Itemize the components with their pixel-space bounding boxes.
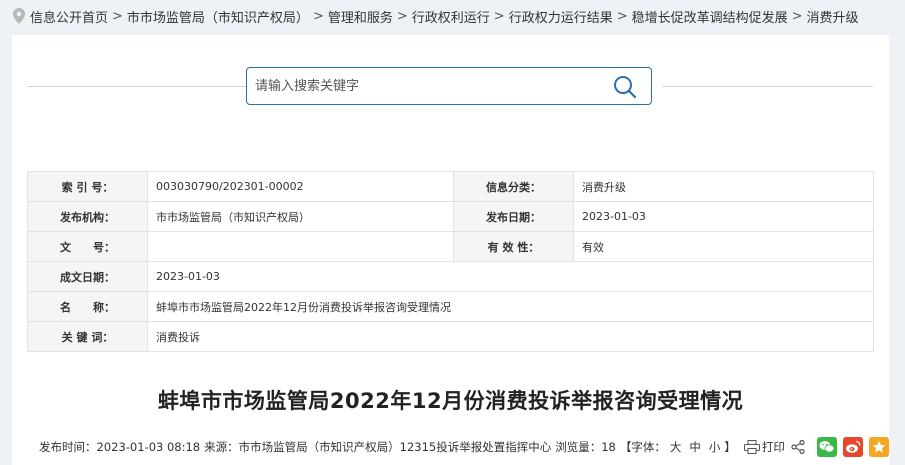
index-label: 索 引 号： (27, 171, 148, 202)
location-pin-icon (13, 8, 25, 24)
table-row: 名 称： 蚌埠市市场监管局2022年12月份消费投诉举报咨询受理情况 (27, 291, 874, 322)
printer-icon (743, 440, 760, 454)
star-icon (872, 440, 886, 453)
table-row: 关 键 词： 消费投诉 (27, 321, 874, 352)
metadata-table: 索 引 号： 003030790/202301-00002 信息分类： 消费升级… (27, 171, 874, 352)
breadcrumb-separator: > (493, 8, 505, 24)
breadcrumb-separator: > (396, 8, 408, 24)
search-input[interactable] (255, 68, 595, 104)
source: 来源：市市场监管局（市知识产权局）12315投诉举报处置指挥中心 (204, 440, 552, 454)
breadcrumb-separator: > (616, 8, 628, 24)
search-box (246, 67, 652, 105)
docno-label: 文 号： (27, 231, 148, 262)
pubdate-value: 2023-01-03 (573, 201, 874, 232)
weibo-icon (845, 440, 861, 453)
table-row: 文 号： 有 效 性： 有效 (27, 231, 874, 262)
breadcrumb-separator: > (791, 8, 803, 24)
article-title: 蚌埠市市场监管局2022年12月份消费投诉举报咨询受理情况 (157, 389, 744, 413)
validity-value: 有效 (573, 231, 874, 262)
keywords-label: 关 键 词： (27, 321, 148, 352)
index-value: 003030790/202301-00002 (147, 171, 454, 202)
divider (27, 86, 247, 87)
keywords-value: 消费投诉 (147, 321, 874, 352)
publisher-label: 发布机构： (27, 201, 148, 232)
search-icon[interactable] (613, 75, 637, 99)
category-value: 消费升级 (573, 171, 874, 202)
breadcrumb-admin-rights[interactable]: 行政权利运行 (412, 7, 490, 26)
share-icon[interactable] (791, 440, 805, 454)
breadcrumb-management[interactable]: 管理和服务 (328, 7, 393, 26)
name-value: 蚌埠市市场监管局2022年12月份消费投诉举报咨询受理情况 (147, 291, 874, 322)
breadcrumb-bureau[interactable]: 市市场监管局（市知识产权局） (127, 7, 309, 26)
print-label: 打印 (761, 440, 785, 454)
wechat-share-button[interactable] (816, 437, 837, 457)
breadcrumb-consumption[interactable]: 消费升级 (807, 7, 859, 26)
article-info-bar: 发布时间：2023-01-03 08:18 来源：市市场监管局（市知识产权局）1… (39, 437, 889, 457)
font-size-prefix: 【字体： (619, 440, 666, 454)
table-row: 索 引 号： 003030790/202301-00002 信息分类： 消费升级 (27, 171, 874, 202)
font-medium-button[interactable]: 中 (689, 439, 701, 455)
publisher-value: 市市场监管局（市知识产权局） (147, 201, 454, 232)
table-row: 成文日期： 2023-01-03 (27, 261, 874, 292)
view-count: 浏览量：18 (555, 440, 616, 454)
breadcrumb-separator: > (112, 8, 123, 24)
breadcrumb: 信息公开首页 > 市市场监管局（市知识产权局） > 管理和服务 > 行政权利运行… (0, 0, 905, 32)
name-label: 名 称： (27, 291, 148, 322)
font-size-suffix: 】 (724, 440, 736, 454)
favorite-button[interactable] (868, 437, 889, 457)
table-row: 发布机构： 市市场监管局（市知识产权局） 发布日期： 2023-01-03 (27, 201, 874, 232)
docno-value (147, 231, 454, 262)
created-value: 2023-01-03 (147, 261, 874, 292)
wechat-icon (819, 441, 835, 453)
breadcrumb-separator: > (312, 8, 324, 24)
print-button[interactable]: 打印 (743, 439, 785, 455)
breadcrumb-home[interactable]: 信息公开首页 (30, 7, 108, 26)
font-large-button[interactable]: 大 (670, 439, 682, 455)
pubdate-label: 发布日期： (453, 201, 574, 232)
breadcrumb-admin-results[interactable]: 行政权力运行结果 (509, 7, 613, 26)
created-label: 成文日期： (27, 261, 148, 292)
content-panel: 索 引 号： 003030790/202301-00002 信息分类： 消费升级… (12, 35, 889, 465)
validity-label: 有 效 性： (453, 231, 574, 262)
divider (662, 86, 873, 87)
category-label: 信息分类： (453, 171, 574, 202)
breadcrumb-growth[interactable]: 稳增长促改革调结构促发展 (632, 7, 788, 26)
weibo-share-button[interactable] (842, 437, 863, 457)
font-small-button[interactable]: 小 (709, 439, 721, 455)
publish-time: 发布时间：2023-01-03 08:18 (39, 440, 201, 454)
